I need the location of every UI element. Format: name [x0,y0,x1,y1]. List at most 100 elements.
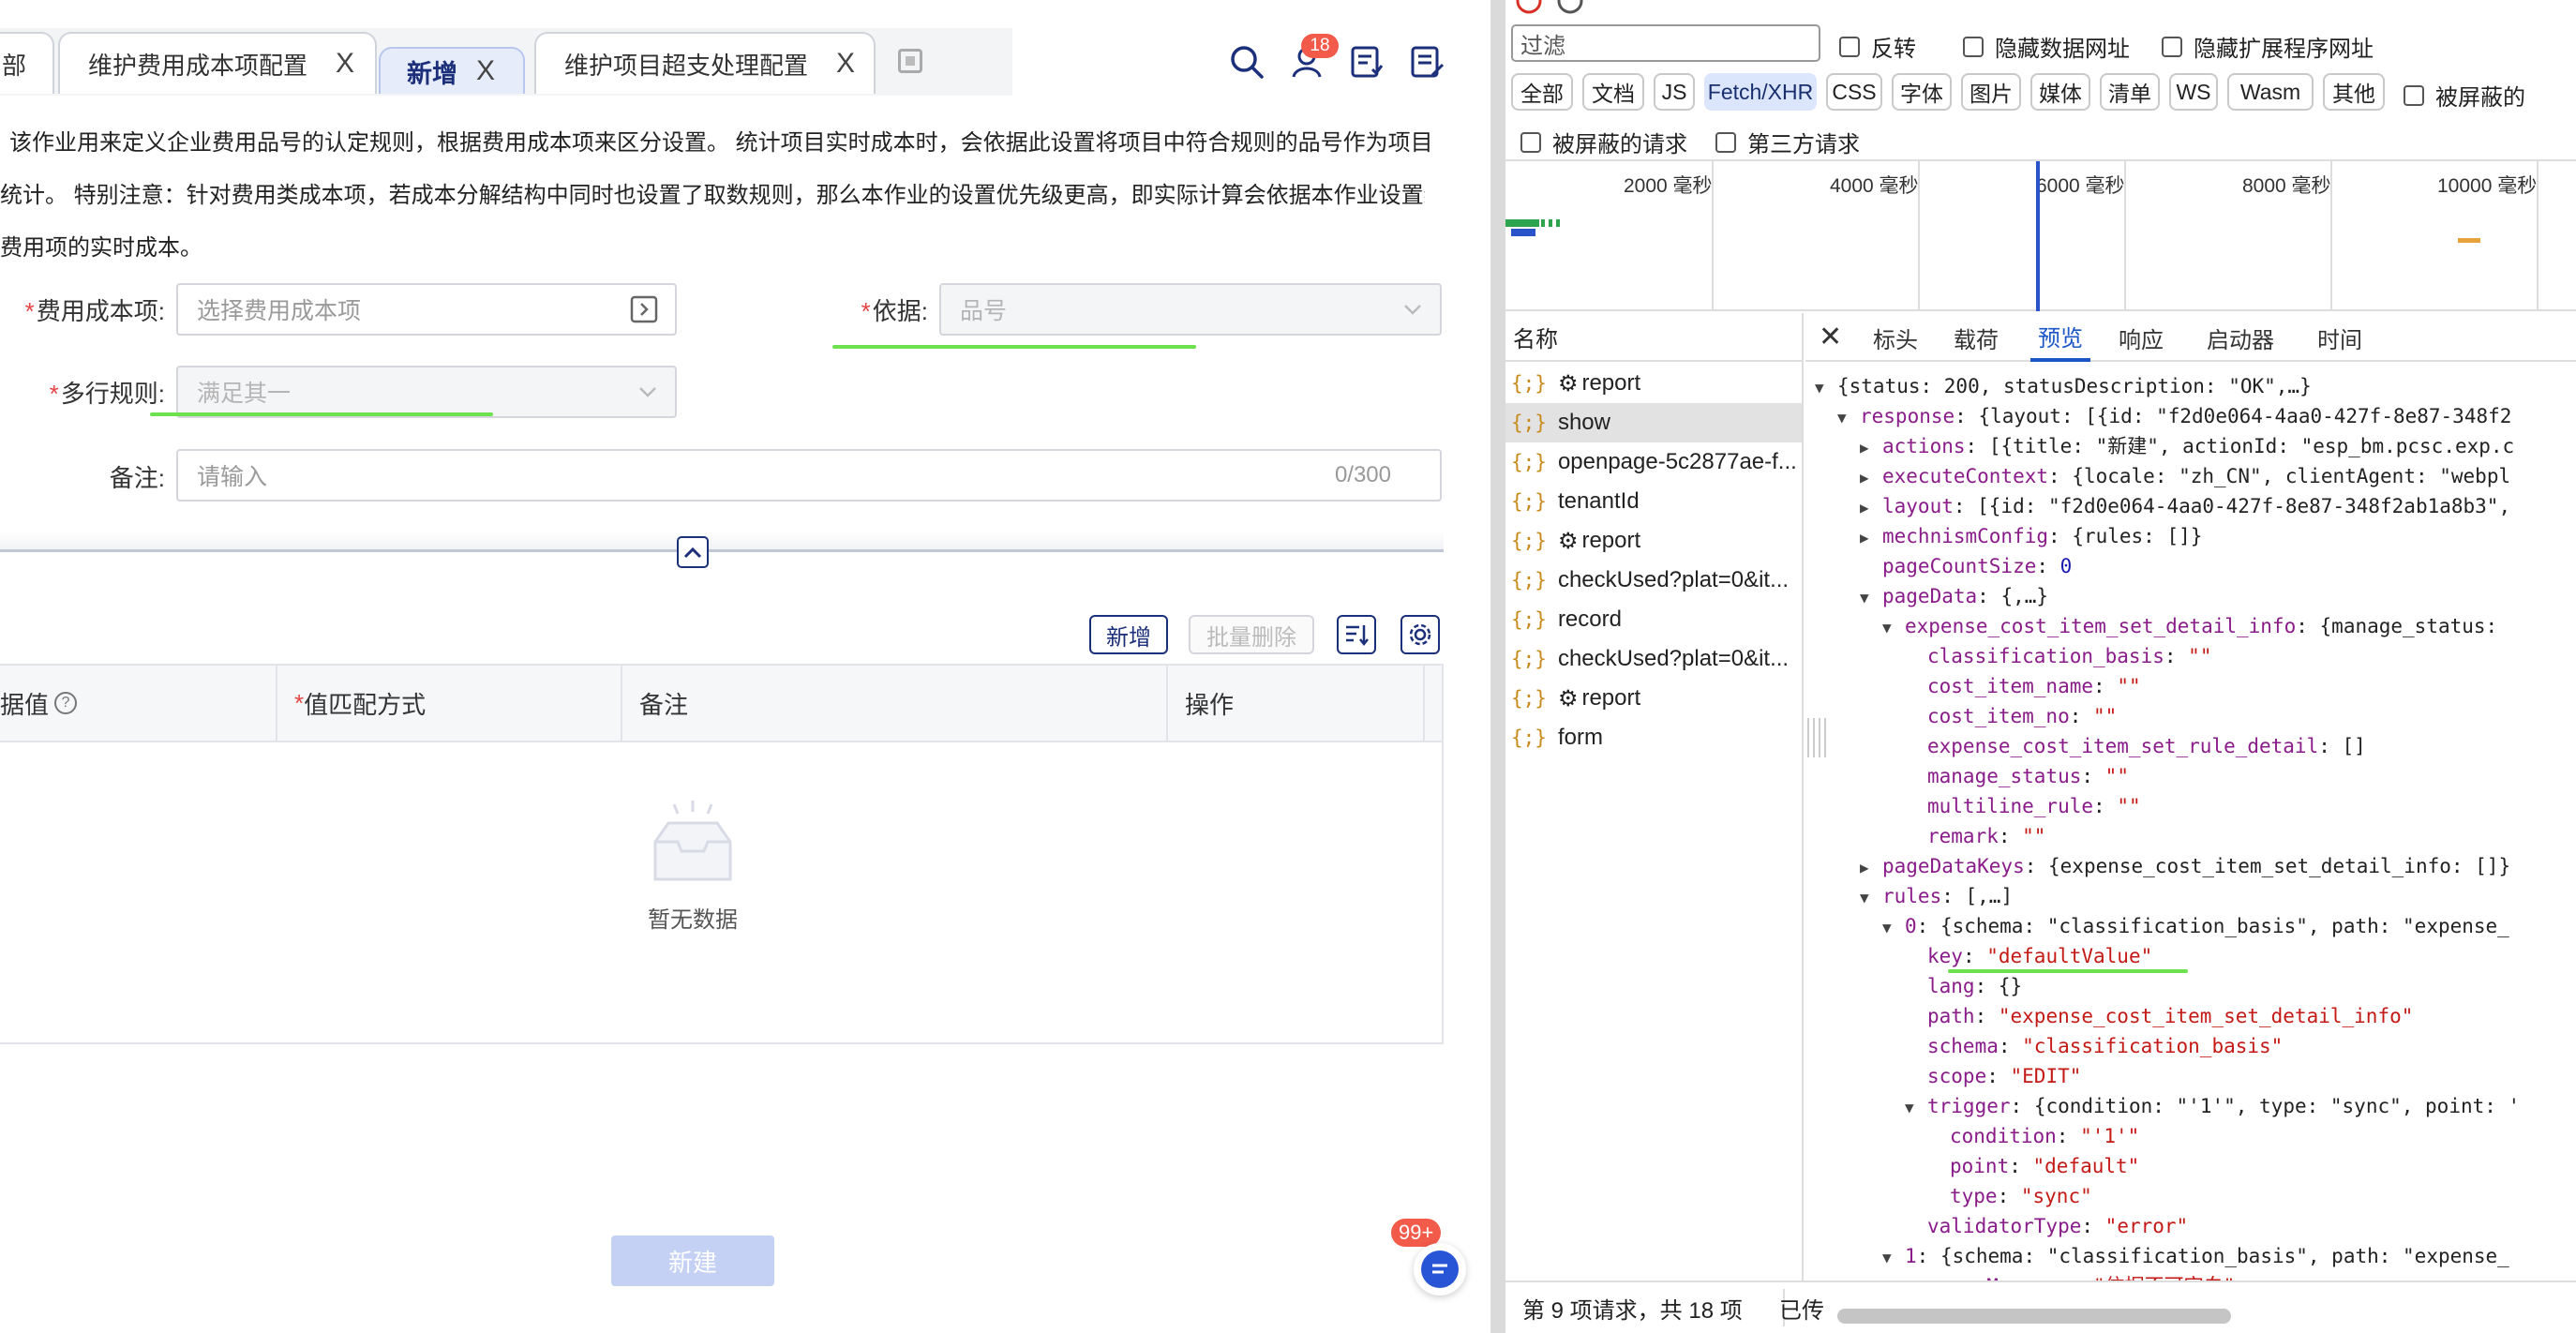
tab-headers[interactable]: 标头 [1873,313,1918,362]
tab-overspend-config[interactable]: 维护项目超支处理配置 X [534,32,876,94]
checkbox-box [1715,131,1736,153]
timeline-cursor [2036,161,2040,311]
multiline-rule-select[interactable]: 满足其一 [176,366,677,418]
multiline-rule-label: *多行规则: [9,375,165,410]
search-icon[interactable] [1228,43,1266,81]
tree-node[interactable]: ▼ response: {layout: [{id: "f2d0e064-4aa0… [1837,401,2511,431]
tree-leaf: path: "expense_cost_item_set_detail_info… [1927,1005,2414,1027]
request-row[interactable]: {;} ⚙ report [1505,364,1802,403]
horizontal-scrollbar[interactable] [1837,1309,2231,1324]
json-preview-tree: ▼ {status: 200, statusDescription: "OK",…… [1805,366,2576,1294]
type-chip-ws[interactable]: WS [2169,73,2218,111]
type-chip-wasm[interactable]: Wasm [2227,73,2314,111]
sort-columns-button[interactable] [1337,615,1376,654]
task-list-icon[interactable] [1348,43,1385,81]
pane-splitter[interactable] [1490,0,1505,1333]
xhr-icon: {;} [1511,372,1547,395]
close-icon[interactable]: X [336,48,354,80]
blocked-cookies-checkbox[interactable]: 被屏蔽的 [2404,79,2525,112]
tree-node[interactable]: ▶ pageDataKeys: {expense_cost_item_set_de… [1860,851,2510,881]
tree-node[interactable]: ▼ {status: 200, statusDescription: "OK",…… [1815,371,2312,401]
request-row[interactable]: {;} checkUsed?plat=0&it... [1505,561,1802,600]
type-chip-media[interactable]: 媒体 [2030,73,2090,111]
highlight-underline [1948,969,2188,973]
assistant-float-button[interactable] [1414,1243,1466,1296]
tree-node[interactable]: ▼ rules: [,…] [1860,881,2013,911]
tree-node[interactable]: ▼ trigger: {condition: "'1'", type: "sync… [1905,1091,2520,1121]
tab-partial[interactable]: 部 [0,32,54,94]
clear-icon[interactable] [1556,0,1584,15]
blocked-requests-checkbox[interactable]: 被屏蔽的请求 [1520,126,1687,158]
tree-leaf: scope: "EDIT" [1927,1065,2082,1087]
tree-node[interactable]: ▼ 0: {schema: "classification_basis", pat… [1882,911,2509,941]
request-row[interactable]: {;} ⚙ report [1505,679,1802,718]
type-chip-img[interactable]: 图片 [1961,73,2021,111]
gear-icon: ⚙ [1557,528,1579,554]
record-stop-icon[interactable] [1515,0,1543,15]
request-row-selected[interactable]: {;} show [1505,403,1802,442]
type-chip-js[interactable]: JS [1654,73,1695,111]
filter-row: 过滤 反转 隐藏数据网址 隐藏扩展程序网址 [1505,24,2576,66]
close-icon[interactable]: X [836,48,855,80]
tree-leaf: expense_cost_item_set_rule_detail: [] [1927,735,2366,757]
xhr-icon: {;} [1511,412,1547,434]
remark-input[interactable]: 请输入 0/300 [176,449,1442,502]
request-row[interactable]: {;} checkUsed?plat=0&it... [1505,639,1802,679]
hide-extension-urls-checkbox[interactable]: 隐藏扩展程序网址 [2162,30,2374,63]
request-name: record [1557,607,1622,632]
create-button[interactable]: 新建 [611,1236,774,1286]
request-row[interactable]: {;} ⚙ report [1505,521,1802,561]
type-chip-font[interactable]: 字体 [1892,73,1952,111]
network-timeline[interactable]: 2000 毫秒 4000 毫秒 6000 毫秒 8000 毫秒 10000 毫秒 [1505,159,2576,311]
batch-delete-button[interactable]: 批量删除 [1189,615,1314,654]
third-party-checkbox[interactable]: 第三方请求 [1715,126,1860,158]
tab-label: 新增 [407,59,457,88]
type-chip-other[interactable]: 其他 [2323,73,2385,111]
close-icon[interactable]: X [476,55,495,87]
cost-item-select[interactable]: 选择费用成本项 [176,283,677,336]
tab-timing[interactable]: 时间 [2317,313,2362,362]
tab-overflow-icon[interactable] [898,49,922,73]
type-chip-all[interactable]: 全部 [1511,73,1573,111]
xhr-icon: {;} [1511,608,1547,631]
tree-node[interactable]: ▼ pageData: {,…} [1860,581,2048,611]
tree-node[interactable]: ▼ expense_cost_item_set_detail_info: {man… [1882,611,2497,641]
type-chip-manifest[interactable]: 清单 [2100,73,2160,111]
request-name: tenantId [1557,488,1640,514]
tab-label: 部 [2,51,27,80]
tab-cost-item-config[interactable]: 维护费用成本项配置 X [58,32,377,94]
section-shadow [0,531,1444,549]
document-edit-icon[interactable] [1408,43,1445,81]
basis-select[interactable]: 品号 [939,283,1442,336]
collapse-toggle[interactable] [677,536,709,568]
checkbox-label: 第三方请求 [1747,132,1860,157]
tree-node[interactable]: ▶ layout: [{id: "f2d0e064-4aa0-427f-8e87-… [1860,491,2510,521]
close-icon[interactable]: ✕ [1819,321,1842,353]
request-row[interactable]: {;} form [1505,718,1802,757]
checkbox-label: 被屏蔽的请求 [1552,132,1687,157]
tree-node[interactable]: ▶ mechnismConfig: {rules: []} [1860,521,2202,551]
tab-new[interactable]: 新增 X [379,47,525,94]
picker-open-icon[interactable] [630,295,658,323]
help-icon[interactable]: ? [54,692,78,714]
filter-input[interactable]: 过滤 [1511,24,1820,62]
gear-icon [1409,623,1431,646]
request-row[interactable]: {;} openpage-5c2877ae-f... [1505,442,1802,482]
type-chip-fetch-xhr[interactable]: Fetch/XHR [1704,73,1817,111]
name-column-header[interactable]: 名称 [1505,313,1802,362]
tree-node[interactable]: ▶ actions: [{title: "新建", actionId: "esp_… [1860,431,2514,461]
tab-initiator[interactable]: 启动器 [2207,313,2274,362]
tab-preview[interactable]: 预览 [2030,313,2090,362]
invert-checkbox[interactable]: 反转 [1839,30,1916,63]
tree-node[interactable]: ▼ 1: {schema: "classification_basis", pat… [1882,1241,2509,1271]
tab-payload[interactable]: 载荷 [1954,313,1999,362]
request-row[interactable]: {;} tenantId [1505,482,1802,521]
table-settings-button[interactable] [1400,615,1440,654]
tab-response[interactable]: 响应 [2119,313,2164,362]
tree-node[interactable]: ▶ executeContext: {locale: "zh_CN", clien… [1860,461,2510,491]
add-row-button[interactable]: 新增 [1089,615,1168,654]
type-chip-doc[interactable]: 文档 [1582,73,1644,111]
hide-data-urls-checkbox[interactable]: 隐藏数据网址 [1963,30,2130,63]
request-row[interactable]: {;} record [1505,600,1802,639]
type-chip-css[interactable]: CSS [1826,73,1882,111]
